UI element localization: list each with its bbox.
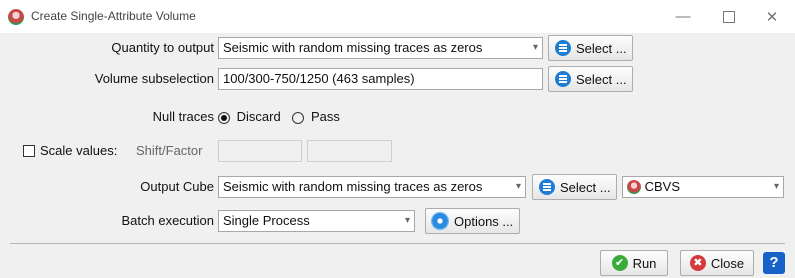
list-icon [539, 179, 555, 195]
factor-field [307, 140, 392, 162]
minimize-icon: — [675, 8, 691, 25]
chevron-down-icon: ▾ [404, 215, 410, 226]
shift-field [218, 140, 302, 162]
batch-execution-value: Single Process [223, 213, 310, 228]
radio-discard[interactable] [218, 111, 230, 124]
batch-execution-label: Batch execution [121, 213, 214, 228]
survey-value: CBVS [644, 179, 681, 194]
options-label: Options ... [454, 213, 514, 229]
check-icon: ✔ [611, 255, 628, 271]
volume-select-label: Select ... [576, 71, 627, 87]
help-button[interactable]: ? [763, 252, 785, 274]
gear-icon [431, 212, 449, 230]
output-cube-combo[interactable]: Seismic with random missing traces as ze… [218, 176, 526, 198]
survey-icon [627, 180, 641, 194]
output-cube-label: Output Cube [140, 179, 214, 194]
close-window-button[interactable]: ✕ [749, 0, 795, 33]
quantity-value: Seismic with random missing traces as ze… [223, 40, 483, 55]
maximize-icon [723, 10, 735, 23]
output-cube-value: Seismic with random missing traces as ze… [223, 179, 483, 194]
null-traces-label: Null traces [152, 109, 214, 124]
window-title: Create Single-Attribute Volume [31, 9, 196, 23]
scale-values-label: Scale values: [40, 143, 118, 158]
quantity-label: Quantity to output [111, 40, 214, 55]
volume-value: 100/300-750/1250 (463 samples) [223, 71, 415, 86]
quantity-select-button[interactable]: Select ... [548, 35, 633, 61]
null-traces-radio-group: Discard Pass [218, 106, 340, 128]
help-icon: ? [769, 254, 779, 271]
output-select-button[interactable]: Select ... [532, 174, 617, 200]
quantity-combo[interactable]: Seismic with random missing traces as ze… [218, 37, 543, 59]
close-icon: ✖ [689, 255, 706, 271]
survey-combo[interactable]: CBVS ▾ [622, 176, 784, 198]
footer-separator [10, 243, 785, 244]
run-button[interactable]: ✔ Run [600, 250, 668, 276]
scale-values-checkbox[interactable] [23, 145, 35, 157]
batch-execution-combo[interactable]: Single Process ▾ [218, 210, 415, 232]
shift-factor-label: Shift/Factor [136, 143, 203, 158]
close-icon: ✕ [765, 8, 779, 26]
volume-field[interactable]: 100/300-750/1250 (463 samples) [218, 68, 543, 90]
quantity-select-label: Select ... [576, 40, 627, 56]
chevron-down-icon: ▾ [532, 42, 538, 53]
volume-label: Volume subselection [94, 71, 214, 86]
options-button[interactable]: Options ... [425, 208, 520, 234]
radio-pass-label: Pass [310, 109, 340, 124]
list-icon [555, 40, 571, 56]
chevron-down-icon: ▾ [773, 181, 779, 192]
chevron-down-icon: ▾ [515, 181, 521, 192]
run-label: Run [632, 255, 657, 271]
title-bar: Create Single-Attribute Volume — ✕ [0, 0, 795, 33]
maximize-button[interactable] [706, 0, 752, 33]
minimize-button[interactable]: — [660, 0, 706, 33]
output-select-label: Select ... [560, 179, 611, 195]
volume-select-button[interactable]: Select ... [548, 66, 633, 92]
radio-discard-label: Discard [236, 109, 281, 124]
close-button[interactable]: ✖ Close [680, 250, 754, 276]
close-label: Close [710, 255, 745, 271]
radio-pass[interactable] [292, 111, 305, 124]
list-icon [555, 71, 571, 87]
app-icon [8, 9, 24, 25]
